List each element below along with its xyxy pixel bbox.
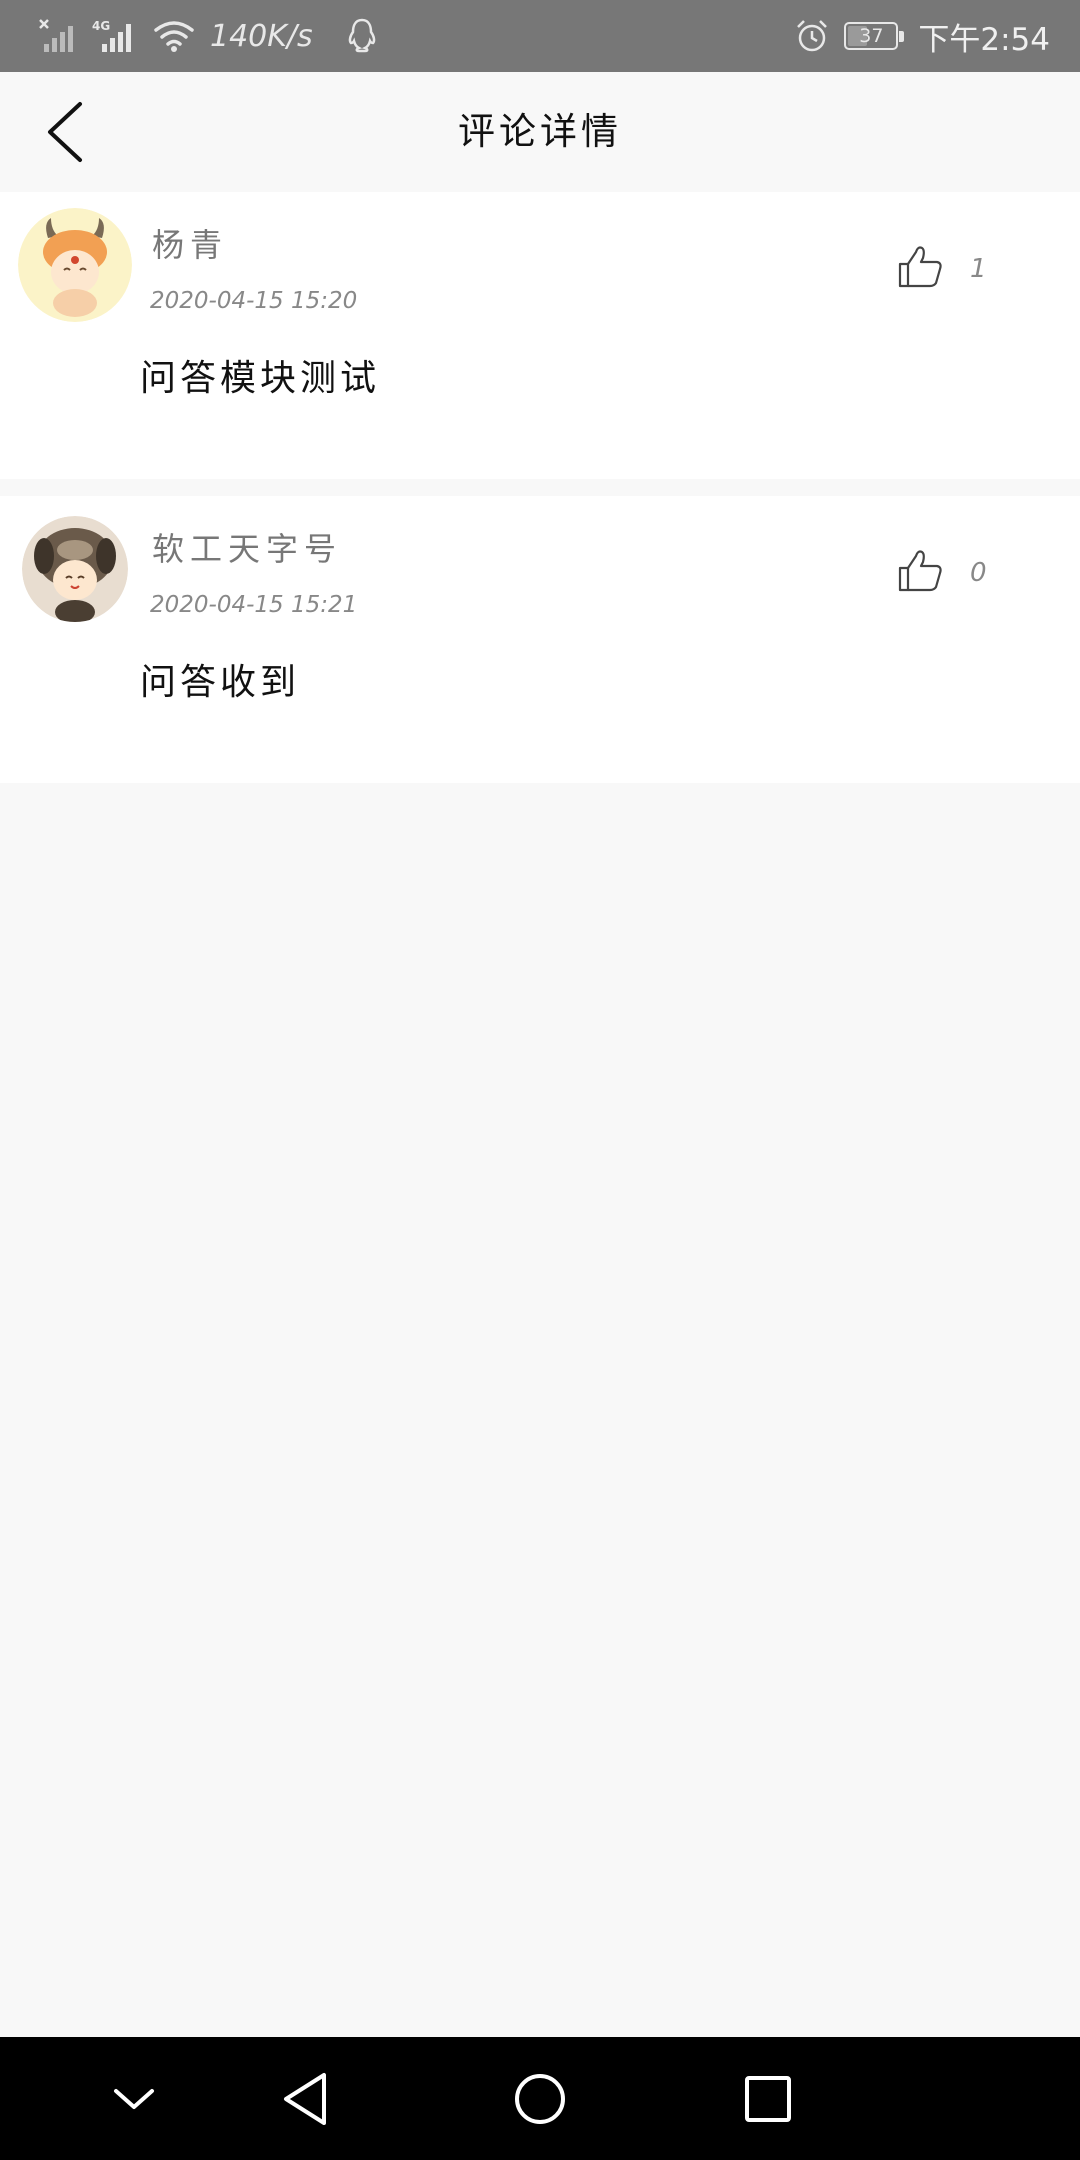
comment-content: 问答模块测试	[140, 358, 381, 399]
back-nav-button[interactable]	[270, 2061, 346, 2137]
status-left: 4G 140K/s	[38, 14, 379, 58]
collapse-button[interactable]	[96, 2061, 172, 2137]
comment-username[interactable]: 软工天字号	[152, 524, 342, 570]
comment-timestamp: 2020-04-15 15:21	[150, 592, 358, 618]
thumbs-up-icon[interactable]	[896, 546, 946, 596]
comment-username[interactable]: 杨青	[152, 220, 228, 266]
comment-item: 软工天字号 2020-04-15 15:21 问答收到 0	[0, 496, 1080, 783]
alarm-icon	[797, 20, 828, 52]
avatar-orange-horned	[18, 208, 132, 322]
recents-square-icon	[745, 2076, 791, 2122]
avatar[interactable]	[18, 208, 132, 322]
back-triangle-icon	[284, 2073, 326, 2125]
clock-time: 下午2:54	[918, 21, 1050, 58]
status-right: 37 下午2:54	[794, 14, 1050, 58]
like-count: 0	[970, 558, 987, 588]
svg-text:4G: 4G	[92, 19, 110, 33]
like-count: 1	[970, 254, 987, 284]
qq-icon	[348, 18, 375, 53]
system-nav-bar	[0, 2037, 1080, 2160]
4g-signal-icon: 4G	[92, 19, 131, 52]
avatar-dog-hood	[22, 516, 128, 622]
comment-item: 杨青 2020-04-15 15:20 问答模块测试 1	[0, 192, 1080, 479]
status-bar: 4G 140K/s 37 下午2:54	[0, 0, 1080, 72]
battery-level: 37	[859, 25, 884, 47]
comment-timestamp: 2020-04-15 15:20	[150, 288, 358, 314]
header-bar: 评论详情	[0, 72, 1080, 192]
thumbs-up-icon[interactable]	[896, 242, 946, 292]
collapse-icon	[114, 2089, 154, 2109]
battery-icon: 37	[844, 22, 905, 50]
page-title: 评论详情	[458, 110, 622, 153]
home-nav-button[interactable]	[502, 2061, 578, 2137]
wifi-icon	[154, 21, 194, 52]
no-sim-signal-icon	[39, 19, 73, 52]
home-circle-icon	[515, 2074, 565, 2124]
comment-content: 问答收到	[140, 662, 301, 703]
recents-nav-button[interactable]	[730, 2061, 806, 2137]
network-speed: 140K/s	[210, 18, 313, 54]
avatar[interactable]	[22, 516, 128, 622]
